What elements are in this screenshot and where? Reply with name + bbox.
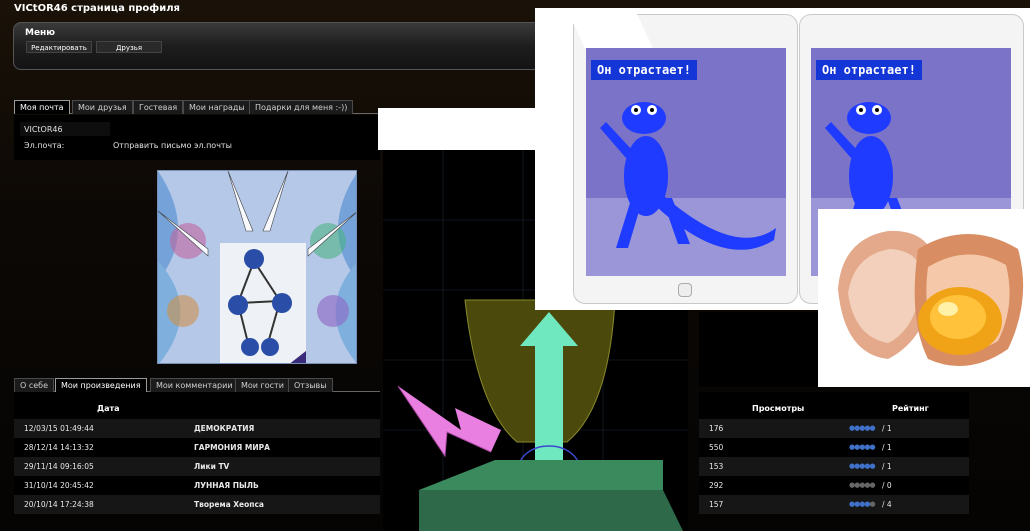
date-column-header: Дата — [97, 404, 120, 413]
row-views: 157 — [709, 500, 724, 509]
row-views: 292 — [709, 481, 724, 490]
white-image-fragment — [378, 108, 542, 150]
table-row[interactable]: 176 ●●●●● / 1 — [699, 419, 969, 438]
table-row[interactable]: 29/11/14 09:16:05 Лики TV — [14, 457, 380, 476]
works-tabbar: О себе Мои произведения Мои комментарии … — [14, 378, 380, 392]
rating-column-header: Рейтинг — [892, 404, 929, 413]
tab-reviews[interactable]: Отзывы — [288, 378, 333, 392]
page-title: VICtOR46 страница профиля — [14, 3, 180, 14]
tab-my-friends[interactable]: Мои друзья — [72, 100, 133, 114]
tablet-screen-left: Он отрастает! — [586, 48, 786, 276]
tab-my-awards[interactable]: Мои награды — [183, 100, 251, 114]
row-title-link[interactable]: ДЕМОКРАТИЯ — [194, 419, 254, 438]
row-date: 12/03/15 01:49:44 — [24, 424, 94, 433]
table-row[interactable]: 12/03/15 01:49:44 ДЕМОКРАТИЯ — [14, 419, 380, 438]
table-row[interactable]: 153 ●●●●● / 1 — [699, 457, 969, 476]
tab-gifts[interactable]: Подарки для меня :-)) — [249, 100, 354, 114]
nickname: VICtOR46 — [24, 125, 63, 134]
send-email-link[interactable]: Отправить письмо эл.почты — [113, 141, 232, 150]
row-views: 176 — [709, 424, 724, 433]
rating-dots: ●●●●● — [849, 457, 876, 476]
tablet-home-button — [678, 283, 692, 297]
works-table: Дата 12/03/15 01:49:44 ДЕМОКРАТИЯ 28/12/… — [14, 392, 380, 514]
menu-title: Меню — [25, 28, 56, 38]
cracked-egg-photo — [818, 209, 1030, 387]
row-date: 31/10/14 20:45:42 — [24, 481, 94, 490]
rating-dots: ●●●●● — [849, 438, 876, 457]
edit-button[interactable]: Редактировать — [26, 41, 92, 53]
promo-banner: Он отрастает! — [591, 60, 697, 80]
rating-dots: ●●●●● — [849, 419, 876, 438]
tab-my-works[interactable]: Мои произведения — [55, 378, 147, 392]
tab-my-guests[interactable]: Мои гости — [235, 378, 290, 392]
row-votes: / 1 — [882, 424, 892, 433]
row-views: 550 — [709, 443, 724, 452]
black-image-fragment — [699, 312, 818, 387]
row-date: 20/10/14 17:24:38 — [24, 500, 94, 509]
table-row[interactable]: 157 ●●●●● / 4 — [699, 495, 969, 514]
profile-avatar — [157, 170, 357, 364]
tab-about[interactable]: О себе — [14, 378, 55, 392]
table-row[interactable]: 20/10/14 17:24:38 Творема Хеопса — [14, 495, 380, 514]
row-title-link[interactable]: Творема Хеопса — [194, 495, 264, 514]
promo-banner: Он отрастает! — [816, 60, 922, 80]
row-title-link[interactable]: ГАРМОНИЯ МИРА — [194, 438, 270, 457]
rating-dot-icon: ● — [869, 424, 875, 432]
views-column-header: Просмотры — [752, 404, 805, 413]
table-row[interactable]: 28/12/14 14:13:32 ГАРМОНИЯ МИРА — [14, 438, 380, 457]
email-label: Эл.почта: — [24, 141, 65, 150]
profile-tabbar: Моя почта Мои друзья Гостевая Мои наград… — [14, 100, 380, 114]
rating-dot-icon: ● — [869, 462, 875, 470]
row-date: 29/11/14 09:16:05 — [24, 462, 94, 471]
rating-dots: ●●●●● — [849, 476, 876, 495]
row-views: 153 — [709, 462, 724, 471]
tab-my-comments[interactable]: Мои комментарии — [150, 378, 239, 392]
row-date: 28/12/14 14:13:32 — [24, 443, 94, 452]
row-votes: / 4 — [882, 500, 892, 509]
rating-dots: ●●●●● — [849, 495, 876, 514]
tab-guestbook[interactable]: Гостевая — [133, 100, 184, 114]
table-row[interactable]: 550 ●●●●● / 1 — [699, 438, 969, 457]
row-title-link[interactable]: Лики TV — [194, 457, 229, 476]
table-row[interactable]: 31/10/14 20:45:42 ЛУННАЯ ПЫЛЬ — [14, 476, 380, 495]
stats-table: Просмотры Рейтинг 176 ●●●●●/ 1 550 ●●●●●/ 1… — [699, 392, 969, 514]
row-votes: / 1 — [882, 443, 892, 452]
table-row[interactable]: 292 ●●●●● / 0 — [699, 476, 969, 495]
tab-my-mail[interactable]: Моя почта — [14, 100, 70, 114]
row-votes: / 0 — [882, 481, 892, 490]
row-votes: / 1 — [882, 462, 892, 471]
rating-dot-icon: ● — [869, 500, 875, 508]
friends-button[interactable]: Друзья — [96, 41, 162, 53]
rating-dot-icon: ● — [869, 443, 875, 451]
row-title-link[interactable]: ЛУННАЯ ПЫЛЬ — [194, 476, 259, 495]
rating-dot-icon: ● — [869, 481, 875, 489]
menu-panel — [13, 22, 553, 70]
